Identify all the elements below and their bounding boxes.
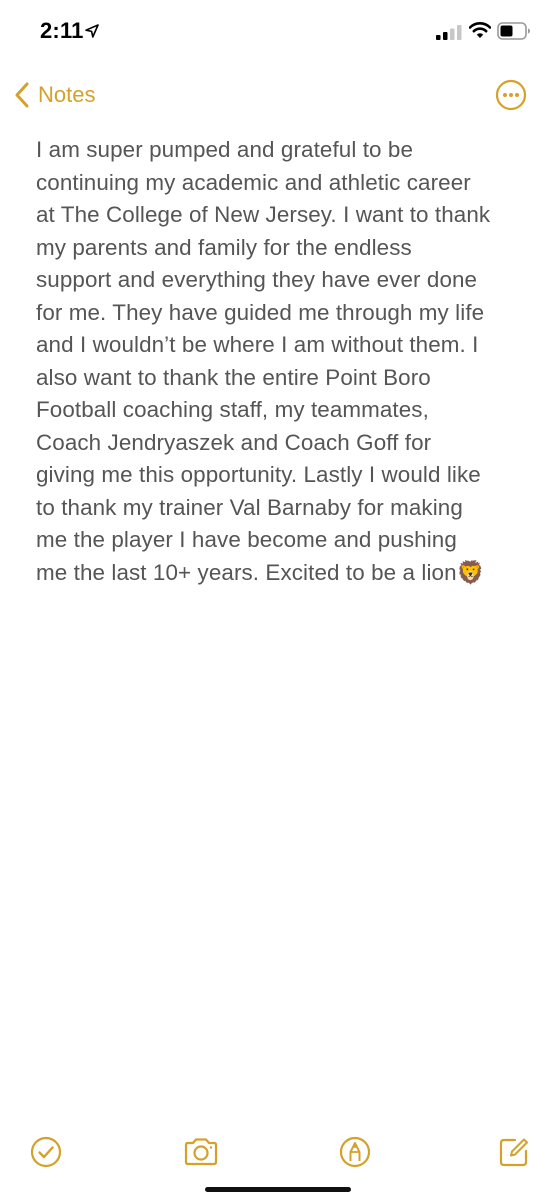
compose-note-icon[interactable] — [497, 1135, 531, 1169]
camera-icon[interactable] — [182, 1135, 220, 1169]
note-line: me the player I have become and pushing — [36, 527, 457, 552]
note-line: I am super pumped and grateful to be — [36, 137, 414, 162]
note-line: continuing my academic and athletic care… — [36, 169, 471, 195]
location-arrow-icon — [85, 24, 99, 38]
note-line: Football coaching staff, my teammates, — [36, 397, 429, 422]
checklist-icon[interactable] — [29, 1135, 63, 1169]
note-line: my parents and family for the endless — [36, 234, 412, 260]
note-line: giving me this opportunity. Lastly I wou… — [36, 462, 481, 487]
chevron-left-icon — [15, 82, 29, 108]
note-line: for me. They have guided me through my l… — [36, 299, 485, 325]
note-line: me the last 10+ years. Excited to be a l… — [36, 559, 485, 585]
more-options-icon[interactable] — [495, 79, 527, 111]
back-label: Notes — [38, 82, 96, 107]
note-line: and I wouldn’t be where I am without the… — [36, 332, 479, 357]
back-to-notes-button[interactable]: Notes — [14, 78, 95, 112]
note-line: to thank my trainer Val Barnaby for maki… — [36, 494, 463, 520]
home-indicator — [205, 1187, 351, 1192]
note-body[interactable]: I am super pumped and grateful to be con… — [36, 134, 526, 589]
markup-pen-icon[interactable] — [338, 1135, 372, 1169]
note-line: support and everything they have ever do… — [36, 267, 478, 292]
note-line: also want to thank the entire Point Boro — [36, 364, 431, 390]
status-time: 2:11 — [40, 18, 84, 43]
wifi-icon — [469, 22, 491, 38]
status-bar: 2:11 — [0, 0, 554, 62]
note-line: Coach Jendryaszek and Coach Goff for — [36, 429, 432, 455]
cellular-signal-icon — [436, 25, 462, 40]
battery-icon — [497, 22, 530, 40]
note-line: at The College of New Jersey. I want to … — [36, 202, 491, 227]
